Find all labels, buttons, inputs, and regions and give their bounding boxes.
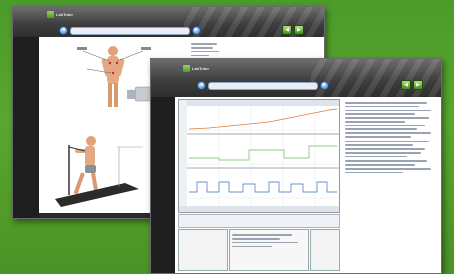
front-window-titlebar: LabTutor ◄ ► ◀ ▶ [151, 59, 441, 97]
back-window-title: LabTutor [56, 12, 74, 17]
front-window-logo: LabTutor [183, 65, 209, 72]
trace-blue [189, 181, 337, 193]
recording-traces [179, 100, 339, 212]
front-window-address-bar[interactable] [208, 81, 318, 90]
front-window-lower-pane-3 [310, 229, 340, 271]
back-icon[interactable]: ◄ [197, 81, 206, 90]
next-page-icon[interactable]: ▶ [413, 80, 423, 90]
front-window-instructions [343, 99, 435, 271]
front-window: LabTutor ◄ ► ◀ ▶ [150, 58, 442, 274]
forward-icon[interactable]: ► [192, 26, 201, 35]
back-window-logo: LabTutor [47, 11, 73, 18]
labtutor-logo-icon [47, 11, 54, 18]
back-window-titlebar: LabTutor ◄ ► ◀ ▶ [13, 7, 324, 37]
front-window-left-sidebar [151, 97, 175, 273]
next-page-icon[interactable]: ▶ [294, 25, 304, 35]
back-window-left-sidebar [13, 37, 39, 218]
front-window-lower-pane-2 [229, 229, 309, 271]
previous-page-icon[interactable]: ◀ [401, 80, 411, 90]
front-window-recording-panel [178, 99, 340, 213]
front-window-scroll-strip[interactable] [178, 214, 340, 228]
labtutor-logo-icon [183, 65, 190, 72]
back-icon[interactable]: ◄ [59, 26, 68, 35]
front-window-title: LabTutor [192, 66, 210, 71]
trace-orange [188, 108, 338, 130]
trace-green [189, 145, 337, 161]
front-window-lower-pane-1 [178, 229, 228, 271]
previous-page-icon[interactable]: ◀ [282, 25, 292, 35]
forward-icon[interactable]: ► [320, 81, 329, 90]
treadmill-figure [55, 136, 143, 207]
back-window-address-bar[interactable] [70, 26, 190, 35]
